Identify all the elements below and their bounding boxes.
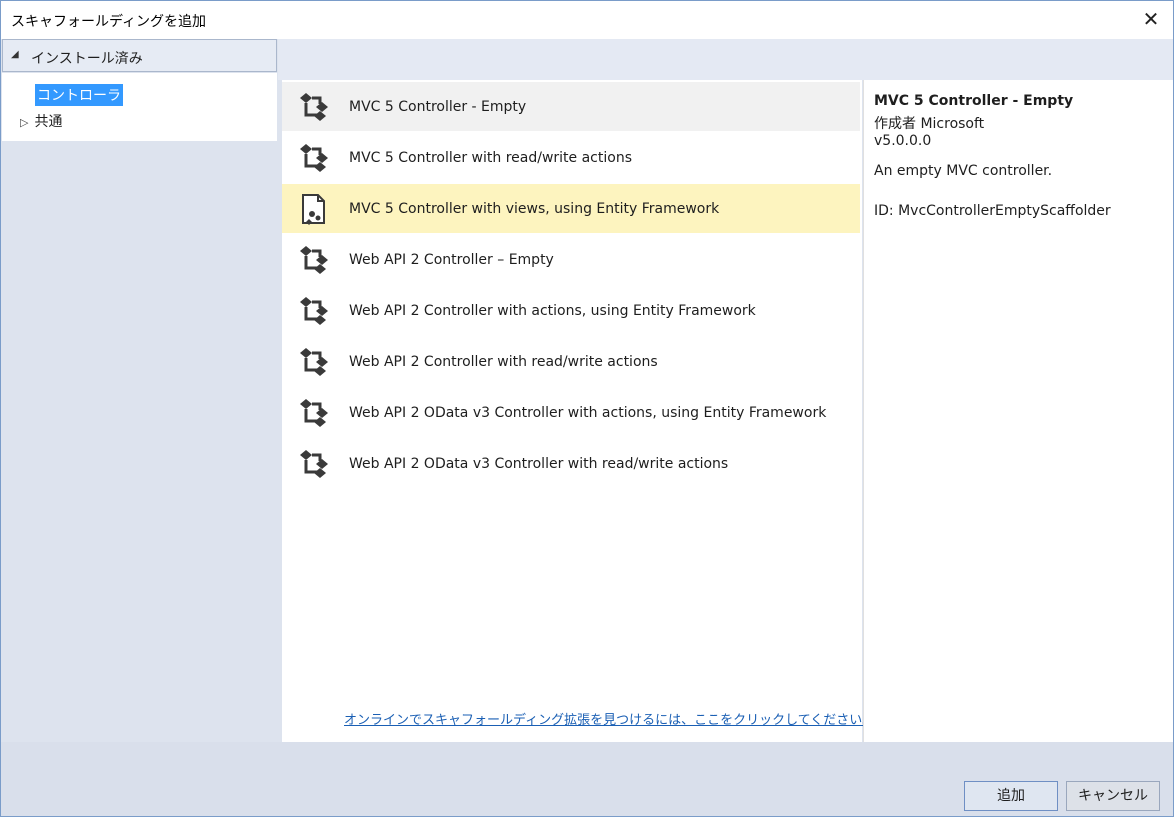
list-item[interactable]: MVC 5 Controller with read/write actions <box>282 133 860 182</box>
close-icon[interactable]: ✕ <box>1139 7 1163 31</box>
list-item[interactable]: Web API 2 OData v3 Controller with actio… <box>282 388 860 437</box>
tree-item-common[interactable]: ▷ 共通 <box>20 111 62 131</box>
controller-icon <box>300 297 328 325</box>
controller-icon <box>300 246 328 274</box>
category-tree: コントローラ ▷ 共通 <box>2 73 277 141</box>
top-band <box>278 39 1173 80</box>
category-panel: ◢ インストール済み コントローラ ▷ 共通 <box>2 39 277 742</box>
controller-icon <box>300 399 328 427</box>
title-bar: スキャフォールディングを追加 ✕ <box>1 1 1173 39</box>
detail-title: MVC 5 Controller - Empty <box>874 93 1074 109</box>
list-item-label: MVC 5 Controller with read/write actions <box>349 150 632 166</box>
list-item[interactable]: Web API 2 Controller with actions, using… <box>282 286 860 335</box>
list-item[interactable]: MVC 5 Controller - Empty <box>282 82 860 131</box>
tree-item-label: 共通 <box>34 114 63 130</box>
list-item-label: Web API 2 OData v3 Controller with actio… <box>349 405 827 421</box>
installed-header[interactable]: ◢ インストール済み <box>2 39 277 72</box>
installed-label: インストール済み <box>31 51 143 67</box>
list-item[interactable]: MVC 5 Controller with views, using Entit… <box>282 184 860 233</box>
controller-icon <box>300 450 328 478</box>
list-item[interactable]: Web API 2 OData v3 Controller with read/… <box>282 439 860 488</box>
tree-item-controller[interactable]: コントローラ <box>35 84 123 106</box>
controller-icon <box>300 144 328 172</box>
scaffold-list: MVC 5 Controller - Empty MVC 5 Controlle… <box>282 80 875 742</box>
controller-icon <box>300 348 328 376</box>
list-item-label: Web API 2 Controller with actions, using… <box>349 303 756 319</box>
dialog-footer: 追加 キャンセル <box>1 742 1173 816</box>
list-item-label: Web API 2 Controller with read/write act… <box>349 354 658 370</box>
detail-version: v5.0.0.0 <box>874 133 932 149</box>
list-item[interactable]: Web API 2 Controller with read/write act… <box>282 337 860 386</box>
dialog-title: スキャフォールディングを追加 <box>11 14 207 30</box>
add-scaffold-dialog: スキャフォールディングを追加 ✕ ◢ インストール済み コントローラ ▷ 共通 M… <box>0 0 1174 817</box>
online-extensions-link[interactable]: オンラインでスキャフォールディング拡張を見つけるには、ここをクリックしてください… <box>344 709 875 728</box>
collapse-triangle-icon: ◢ <box>11 49 19 60</box>
list-item-label: Web API 2 Controller – Empty <box>349 252 554 268</box>
controller-views-icon <box>302 194 325 225</box>
detail-id: ID: MvcControllerEmptyScaffolder <box>874 203 1111 219</box>
cancel-button[interactable]: キャンセル <box>1066 781 1160 811</box>
detail-panel: MVC 5 Controller - Empty 作成者 Microsoft v… <box>863 80 1173 742</box>
expand-arrow-icon[interactable]: ▷ <box>20 116 28 129</box>
add-button[interactable]: 追加 <box>964 781 1058 811</box>
list-item-label: Web API 2 OData v3 Controller with read/… <box>349 456 729 472</box>
list-item-label: MVC 5 Controller with views, using Entit… <box>349 201 720 217</box>
detail-author: 作成者 Microsoft <box>874 116 985 132</box>
list-item[interactable]: Web API 2 Controller – Empty <box>282 235 860 284</box>
controller-icon <box>300 93 328 121</box>
detail-description: An empty MVC controller. <box>874 163 1053 179</box>
list-item-label: MVC 5 Controller - Empty <box>349 99 527 115</box>
